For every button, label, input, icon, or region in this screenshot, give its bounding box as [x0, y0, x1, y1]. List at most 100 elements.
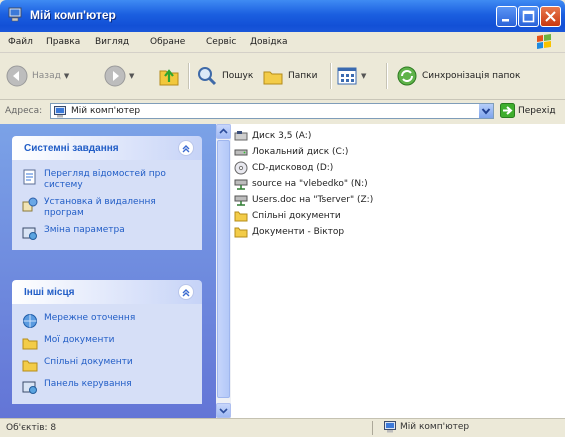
- menu-edit[interactable]: Правка: [46, 37, 80, 47]
- toolbar-separator: [386, 63, 387, 89]
- place-my-documents[interactable]: Мої документи: [12, 332, 202, 354]
- go-arrow-icon: [500, 103, 515, 118]
- close-icon: [545, 11, 556, 22]
- list-item[interactable]: source на "vlebedko" (N:): [234, 176, 373, 192]
- add-remove-programs-icon: [22, 197, 38, 212]
- folder-icon: [234, 211, 248, 222]
- file-list: Диск 3,5 (A:) Локальний диск (C:) CD-дис…: [234, 128, 373, 240]
- file-label: Диск 3,5 (A:): [252, 131, 312, 141]
- scroll-up-button[interactable]: [216, 124, 231, 139]
- my-computer-icon: [8, 7, 22, 22]
- place-label: Панель керування: [44, 379, 132, 389]
- back-label: Назад: [32, 71, 61, 81]
- floppy-drive-icon: [234, 131, 248, 141]
- sync-label: Синхронізація папок: [422, 71, 521, 81]
- back-dropdown-icon[interactable]: ▼: [64, 72, 69, 80]
- object-count: Об'єктів: 8: [6, 423, 57, 433]
- menu-favorites[interactable]: Обране: [150, 37, 185, 47]
- search-label: Пошук: [222, 71, 254, 81]
- task-label: Зміна параметра: [44, 225, 125, 235]
- task-change-setting[interactable]: Зміна параметра: [12, 222, 202, 244]
- place-label: Спільні документи: [44, 357, 133, 367]
- folders-label: Папки: [288, 71, 318, 81]
- views-dropdown-icon[interactable]: ▼: [361, 72, 366, 80]
- close-button[interactable]: [540, 6, 561, 27]
- forward-dropdown-icon[interactable]: ▼: [129, 72, 134, 80]
- list-item[interactable]: Спільні документи: [234, 208, 373, 224]
- list-item[interactable]: Users.doc на "Tserver" (Z:): [234, 192, 373, 208]
- views-icon: [337, 67, 357, 85]
- place-network[interactable]: Мережне оточення: [12, 310, 202, 332]
- toolbar-separator: [330, 63, 331, 89]
- title-bar[interactable]: Мій комп'ютер: [0, 0, 565, 32]
- vertical-scrollbar[interactable]: [216, 124, 231, 418]
- address-dropdown-button[interactable]: [479, 104, 493, 118]
- other-places-title: Інші місця: [24, 287, 75, 298]
- place-control-panel[interactable]: Панель керування: [12, 376, 202, 398]
- file-label: Документи - Віктор: [252, 227, 345, 237]
- folder-icon: [22, 338, 38, 350]
- search-icon: [198, 67, 217, 86]
- place-label: Мої документи: [44, 335, 115, 345]
- toolbar: Назад ▼ ▼ Пошук Папки ▼ Синхронізація па…: [0, 53, 565, 100]
- status-divider: [372, 421, 373, 435]
- folders-button[interactable]: Папки: [262, 63, 317, 89]
- list-item[interactable]: CD-дисковод (D:): [234, 160, 373, 176]
- content-area: Системні завдання Перегляд відомостей пр…: [0, 124, 565, 418]
- menu-file[interactable]: Файл: [8, 37, 33, 47]
- go-label: Перехід: [518, 105, 556, 116]
- collapse-chevron-icon[interactable]: [178, 140, 194, 156]
- up-folder-icon: [159, 69, 179, 86]
- task-label: Перегляд відомостей про систему: [44, 169, 166, 190]
- back-arrow-icon: [6, 65, 28, 87]
- file-label: source на "vlebedko" (N:): [252, 179, 368, 189]
- menu-tools[interactable]: Сервіс: [206, 37, 236, 47]
- scroll-thumb[interactable]: [217, 140, 230, 398]
- search-button[interactable]: Пошук: [196, 63, 253, 89]
- list-item[interactable]: Документи - Віктор: [234, 224, 373, 240]
- control-panel-icon: [22, 381, 37, 394]
- system-tasks-panel: Системні завдання Перегляд відомостей пр…: [12, 136, 202, 250]
- other-places-header[interactable]: Інші місця: [12, 280, 202, 304]
- sync-folders-button[interactable]: Синхронізація папок: [396, 63, 520, 89]
- status-bar: Об'єктів: 8 Мій комп'ютер: [0, 418, 565, 437]
- file-label: Users.doc на "Tserver" (Z:): [252, 195, 374, 205]
- system-tasks-header[interactable]: Системні завдання: [12, 136, 202, 160]
- list-item[interactable]: Диск 3,5 (A:): [234, 128, 373, 144]
- task-add-remove-programs[interactable]: Установка й видалення програм: [12, 194, 202, 222]
- views-button[interactable]: ▼: [336, 63, 366, 89]
- file-label: CD-дисковод (D:): [252, 163, 334, 173]
- menu-help[interactable]: Довідка: [250, 37, 288, 47]
- minimize-button[interactable]: [496, 6, 517, 27]
- list-item[interactable]: Локальний диск (C:): [234, 144, 373, 160]
- windows-logo-icon: [537, 34, 551, 49]
- address-value: Мій комп'ютер: [71, 106, 141, 116]
- explorer-window: Мій комп'ютер Файл Правка Вигляд Обране …: [0, 0, 565, 437]
- scroll-down-button[interactable]: [216, 403, 231, 418]
- forward-button[interactable]: ▼: [104, 63, 134, 89]
- address-bar: Адреса: Мій комп'ютер Перехід: [0, 100, 565, 122]
- window-title: Мій комп'ютер: [30, 8, 116, 22]
- address-label: Адреса:: [5, 106, 43, 116]
- back-button[interactable]: Назад ▼: [6, 63, 69, 89]
- forward-arrow-icon: [104, 65, 126, 87]
- address-input[interactable]: Мій комп'ютер: [50, 103, 494, 119]
- go-button[interactable]: Перехід: [500, 103, 556, 118]
- collapse-chevron-icon[interactable]: [178, 284, 194, 300]
- chevron-up-icon: [219, 128, 228, 134]
- place-shared-documents[interactable]: Спільні документи: [12, 354, 202, 376]
- maximize-button[interactable]: [518, 6, 539, 27]
- menu-view[interactable]: Вигляд: [95, 37, 129, 47]
- system-tasks-title: Системні завдання: [24, 143, 119, 154]
- network-drive-icon: [234, 179, 248, 190]
- maximize-icon: [522, 10, 535, 23]
- place-label: Мережне оточення: [44, 313, 136, 323]
- network-icon: [23, 314, 37, 328]
- folders-icon: [263, 71, 283, 85]
- folder-icon: [234, 227, 248, 238]
- file-label: Спільні документи: [252, 211, 341, 221]
- up-button[interactable]: [158, 63, 180, 89]
- my-computer-icon: [54, 106, 66, 118]
- task-view-system-info[interactable]: Перегляд відомостей про систему: [12, 166, 202, 194]
- my-computer-icon: [384, 421, 396, 433]
